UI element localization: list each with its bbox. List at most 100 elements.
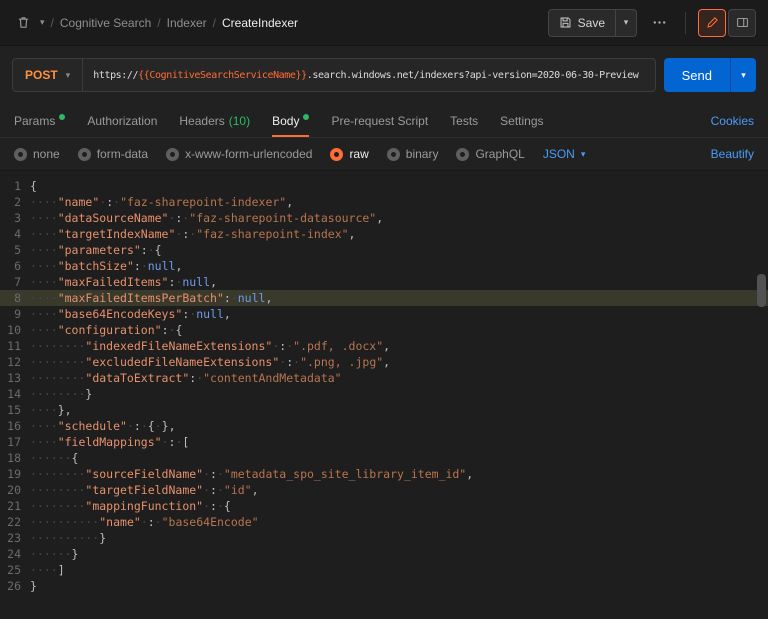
tab-status-dot <box>303 113 310 120</box>
radio-icon <box>166 147 180 161</box>
code-text: ····"batchSize":·null, <box>30 259 183 273</box>
code-line[interactable]: 12 ········"excludedFileNameExtensions"·:… <box>0 354 768 370</box>
code-text: ····"schedule"·:·{·}, <box>30 419 176 433</box>
code-text: ··········} <box>30 531 107 545</box>
radio-icon <box>77 147 91 161</box>
code-line[interactable]: 18 ······{ <box>0 450 768 466</box>
tab-headers[interactable]: Headers (10) <box>179 104 250 137</box>
tab-label: Authorization <box>87 113 158 128</box>
save-button-label: Save <box>577 15 605 30</box>
tab-tests[interactable]: Tests <box>450 104 478 137</box>
code-line[interactable]: 7 ····"maxFailedItems":·null, <box>0 274 768 290</box>
radio-icon <box>456 147 470 161</box>
request-body-editor[interactable]: 1{2 ····"name"·:·"faz-sharepoint-indexer"… <box>0 170 768 619</box>
code-line[interactable]: 1{ <box>0 178 768 194</box>
chevron-down-icon[interactable]: ▾ <box>40 17 45 28</box>
body-type-raw[interactable]: raw <box>330 147 369 161</box>
radio-label: raw <box>349 147 369 161</box>
body-type-options: none form-data x-www-form-urlencoded raw bin… <box>14 147 525 161</box>
body-type-graphql[interactable]: GraphQL <box>456 147 525 161</box>
line-number: 10 <box>7 323 21 337</box>
edit-button[interactable] <box>698 8 726 37</box>
code-line[interactable]: 20 ········"targetFieldName"·:·"id", <box>0 482 768 498</box>
tab-status-dot <box>59 113 66 120</box>
code-text: ····}, <box>30 403 72 417</box>
code-line[interactable]: 16 ····"schedule"·:·{·}, <box>0 418 768 434</box>
tab-settings[interactable]: Settings <box>500 104 543 137</box>
code-line[interactable]: 4 ····"targetIndexName"·:·"faz-sharepoint… <box>0 226 768 242</box>
code-line[interactable]: 5 ····"parameters":·{ <box>0 242 768 258</box>
code-line[interactable]: 13 ········"dataToExtract":·"contentAndMe… <box>0 370 768 386</box>
url-prefix: https:// <box>93 69 139 81</box>
line-number: 3 <box>14 211 21 225</box>
tab-params[interactable]: Params <box>14 104 66 137</box>
request-url-row: POST ▾ https://{{CognitiveSearchServiceN… <box>0 46 768 104</box>
line-number: 2 <box>14 195 21 209</box>
tab-label: Params <box>14 113 56 128</box>
line-number: 26 <box>7 579 21 593</box>
beautify-link[interactable]: Beautify <box>711 147 754 161</box>
line-number: 25 <box>7 563 21 577</box>
code-line[interactable]: 19 ········"sourceFieldName"·:·"metadata_… <box>0 466 768 482</box>
code-line[interactable]: 15 ····}, <box>0 402 768 418</box>
code-line[interactable]: 2 ····"name"·:·"faz-sharepoint-indexer", <box>0 194 768 210</box>
body-type-none[interactable]: none <box>14 147 60 161</box>
method-select[interactable]: POST ▾ <box>13 59 84 91</box>
code-line[interactable]: 6 ····"batchSize":·null, <box>0 258 768 274</box>
code-line[interactable]: 22 ··········"name"·:·"base64Encode" <box>0 514 768 530</box>
code-text: ········"sourceFieldName"·:·"metadata_sp… <box>30 467 474 481</box>
postman-app: ▾ / Cognitive Search / Indexer / CreateI… <box>0 0 768 619</box>
code-line[interactable]: 24 ······} <box>0 546 768 562</box>
code-text: ········} <box>30 387 93 401</box>
code-text: ····"name"·:·"faz-sharepoint-indexer", <box>30 195 294 209</box>
save-button[interactable]: Save <box>547 8 615 37</box>
save-icon <box>559 16 572 29</box>
format-select[interactable]: JSON ▾ <box>543 147 586 161</box>
chevron-down-icon: ▾ <box>65 69 71 80</box>
comments-button[interactable] <box>728 8 756 37</box>
line-number: 16 <box>7 419 21 433</box>
code-text: ········"mappingFunction"·:·{ <box>30 499 231 513</box>
save-options-button[interactable]: ▾ <box>615 8 637 37</box>
code-line[interactable]: 8 ····"maxFailedItemsPerBatch":·null, <box>0 290 768 306</box>
body-type-binary[interactable]: binary <box>386 147 438 161</box>
more-options-button[interactable] <box>645 9 673 37</box>
method-label: POST <box>25 68 58 82</box>
send-options-button[interactable]: ▾ <box>730 58 756 92</box>
code-line[interactable]: 26} <box>0 578 768 594</box>
vertical-scrollbar[interactable] <box>757 274 766 307</box>
code-line[interactable]: 23 ··········} <box>0 530 768 546</box>
breadcrumb-item-workspace[interactable]: Cognitive Search <box>60 16 151 30</box>
code-line[interactable]: 9 ····"base64EncodeKeys":·null, <box>0 306 768 322</box>
line-number: 17 <box>7 435 21 449</box>
tab-body[interactable]: Body <box>272 104 310 137</box>
tab-label: Pre-request Script <box>331 113 429 128</box>
topbar-actions: Save ▾ <box>547 8 756 37</box>
tab-pre-request-script[interactable]: Pre-request Script <box>331 104 428 137</box>
cookies-link[interactable]: Cookies <box>711 104 754 137</box>
tab-authorization[interactable]: Authorization <box>87 104 157 137</box>
breadcrumb-item-collection[interactable]: Indexer <box>167 16 207 30</box>
send-button[interactable]: Send <box>663 58 730 92</box>
code-line[interactable]: 10 ····"configuration":·{ <box>0 322 768 338</box>
trash-icon[interactable] <box>12 12 34 34</box>
code-text: ····"targetIndexName"·:·"faz-sharepoint-… <box>30 227 356 241</box>
code-line[interactable]: 25 ····] <box>0 562 768 578</box>
format-label: JSON <box>542 147 575 161</box>
code-line[interactable]: 11 ········"indexedFileNameExtensions"·:·… <box>0 338 768 354</box>
breadcrumb-item-request[interactable]: CreateIndexer <box>222 16 298 30</box>
url-input[interactable]: https://{{CognitiveSearchServiceName}}.s… <box>83 70 654 81</box>
body-type-x-www-form-urlencoded[interactable]: x-www-form-urlencoded <box>166 147 312 161</box>
body-type-form-data[interactable]: form-data <box>77 147 148 161</box>
code-text: ····"configuration":·{ <box>30 323 183 337</box>
code-line[interactable]: 17 ····"fieldMappings"·:·[ <box>0 434 768 450</box>
ellipsis-icon <box>653 21 665 24</box>
code-text: } <box>30 579 37 593</box>
code-line[interactable]: 14 ········} <box>0 386 768 402</box>
line-number: 14 <box>7 387 21 401</box>
line-number: 23 <box>7 531 21 545</box>
tab-count-badge: (10) <box>228 113 251 128</box>
tab-label: Body <box>272 113 300 128</box>
code-line[interactable]: 21 ········"mappingFunction"·:·{ <box>0 498 768 514</box>
code-line[interactable]: 3 ····"dataSourceName"·:·"faz-sharepoint-… <box>0 210 768 226</box>
